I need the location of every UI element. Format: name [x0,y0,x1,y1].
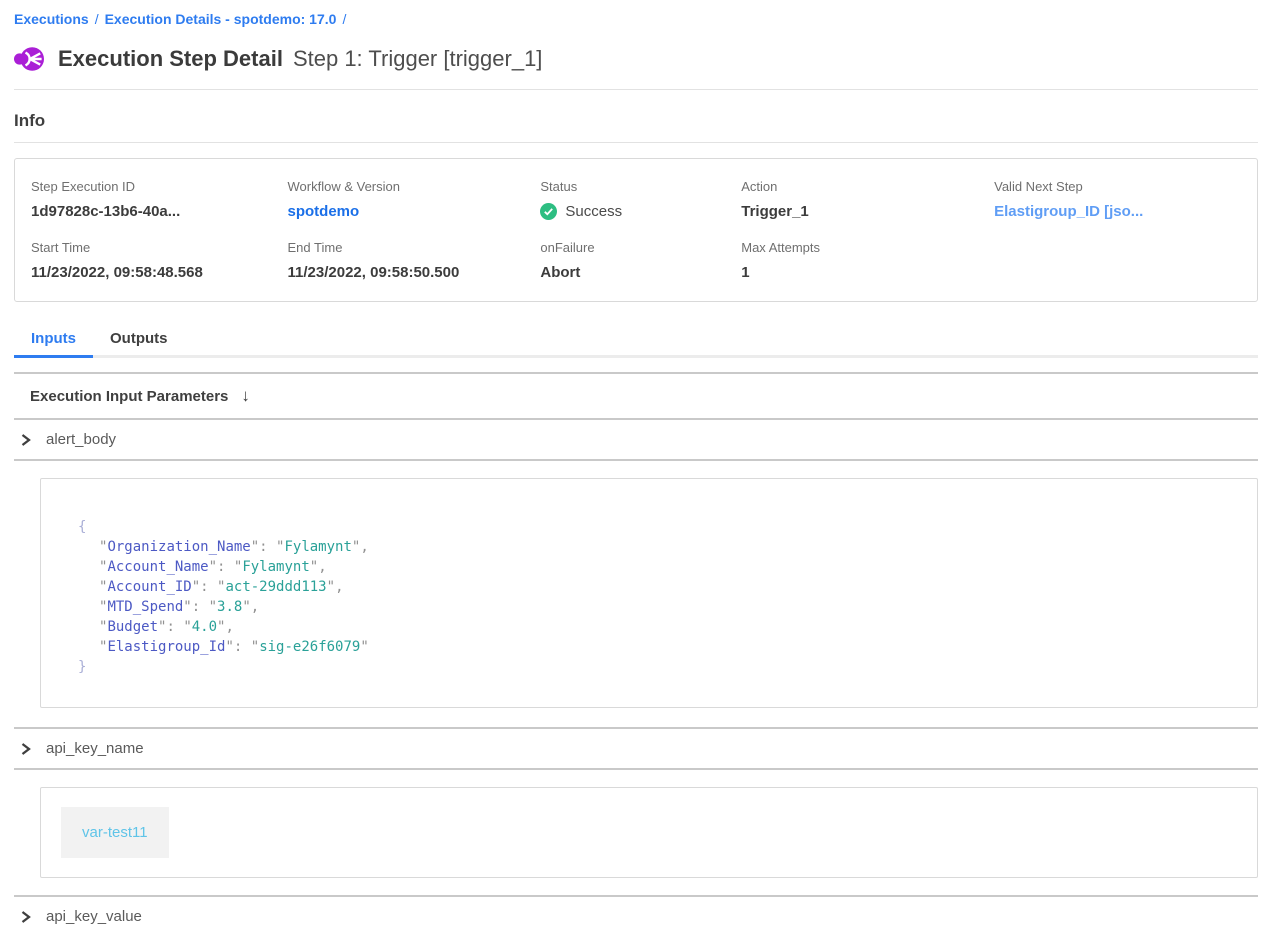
field-start-time: Start Time 11/23/2022, 09:58:48.568 [31,240,288,281]
field-valid-next-step: Valid Next Step Elastigroup_ID [jso... [994,179,1241,220]
alert-body-value-container: {"Organization_Name": "Fylamynt","Accoun… [40,478,1258,708]
alert-body-json: {"Organization_Name": "Fylamynt","Accoun… [78,517,1237,677]
max-attempts-value: 1 [741,264,994,281]
tab-inputs[interactable]: Inputs [14,321,93,358]
action-value: Trigger_1 [741,203,994,220]
section-divider [14,459,1258,461]
status-text: Success [565,203,622,220]
execution-step-detail-page: Executions / Execution Details - spotdemo:… [0,0,1272,936]
field-label: Valid Next Step [994,179,1241,194]
arrow-down-icon[interactable]: ↓ [241,386,250,406]
page-subtitle: Step 1: Trigger [trigger_1] [293,46,542,72]
field-step-execution-id: Step Execution ID 1d97828c-13b6-40a... [31,179,288,220]
breadcrumb: Executions / Execution Details - spotdemo:… [14,0,1258,27]
field-label: Start Time [31,240,288,255]
success-check-icon [540,203,557,220]
field-label: Max Attempts [741,240,994,255]
chevron-right-icon [20,742,31,756]
field-on-failure: onFailure Abort [540,240,741,281]
field-workflow-version: Workflow & Version spotdemo [288,179,541,220]
field-end-time: End Time 11/23/2022, 09:58:50.500 [288,240,541,281]
field-label: Workflow & Version [288,179,541,194]
chevron-right-icon [20,433,31,447]
chevron-right-icon [20,910,31,924]
field-label: Step Execution ID [31,179,288,194]
api-key-name-value-container: var-test11 [40,787,1258,878]
field-max-attempts: Max Attempts 1 [741,240,994,281]
param-name: alert_body [46,431,116,448]
field-label: onFailure [540,240,741,255]
field-empty [994,240,1241,281]
title-divider [14,89,1258,90]
api-key-name-value: var-test11 [61,807,169,858]
field-action: Action Trigger_1 [741,179,994,220]
start-time-value: 11/23/2022, 09:58:48.568 [31,264,288,281]
field-label: End Time [288,240,541,255]
tab-bar: Inputs Outputs [14,321,1258,358]
section-divider [14,768,1258,770]
title-row: Execution Step Detail Step 1: Trigger [t… [14,44,1258,74]
breadcrumb-separator: / [95,11,99,27]
info-grid: Step Execution ID 1d97828c-13b6-40a... W… [31,179,1241,281]
valid-next-step-link[interactable]: Elastigroup_ID [jso... [994,203,1241,220]
param-name: api_key_name [46,740,144,757]
tab-outputs[interactable]: Outputs [93,321,185,358]
fylamynt-logo-icon [14,44,44,74]
end-time-value: 11/23/2022, 09:58:50.500 [288,264,541,281]
status-badge: Success [540,203,741,220]
breadcrumb-separator: / [342,11,346,27]
param-name: api_key_value [46,908,142,925]
field-status: Status Success [540,179,741,220]
param-row-api-key-name[interactable]: api_key_name [14,729,1258,768]
workflow-link[interactable]: spotdemo [288,203,541,220]
breadcrumb-link-executions[interactable]: Executions [14,11,89,27]
info-heading-divider [14,142,1258,143]
execution-input-parameters-header: Execution Input Parameters ↓ [14,374,1258,418]
section-title: Execution Input Parameters [30,388,228,405]
field-label: Status [540,179,741,194]
step-execution-id-value: 1d97828c-13b6-40a... [31,203,288,220]
info-card: Step Execution ID 1d97828c-13b6-40a... W… [14,158,1258,302]
breadcrumb-link-execution-details[interactable]: Execution Details - spotdemo: 17.0 [105,11,337,27]
info-heading: Info [14,111,1258,131]
on-failure-value: Abort [540,264,741,281]
param-row-api-key-value[interactable]: api_key_value [14,897,1258,936]
page-title: Execution Step Detail [58,46,283,72]
field-label: Action [741,179,994,194]
param-row-alert-body[interactable]: alert_body [14,420,1258,459]
